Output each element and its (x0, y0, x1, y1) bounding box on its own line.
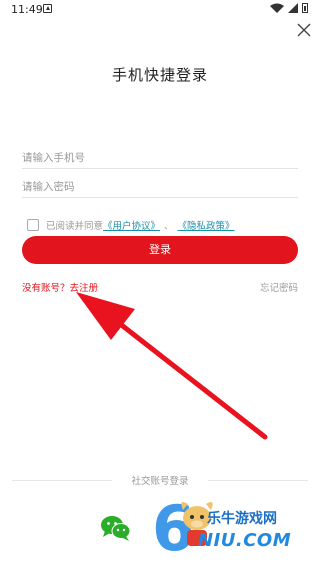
signal-icon (288, 3, 298, 13)
password-input[interactable] (22, 181, 298, 193)
user-agreement-link[interactable]: 《用户协议》 (103, 218, 160, 232)
watermark-site-name: 乐牛游戏网 (207, 511, 277, 527)
status-bar: 11:49 (0, 0, 320, 20)
watermark-logo: 6 (152, 492, 213, 565)
agree-checkbox[interactable] (27, 219, 39, 231)
svg-text:6: 6 (152, 492, 195, 565)
social-login-label: 社交账号登录 (131, 476, 189, 487)
register-link[interactable]: 去注册 (70, 283, 99, 294)
close-icon[interactable] (296, 22, 312, 38)
wifi-icon (270, 3, 284, 13)
no-account-text: 没有账号？ (22, 283, 70, 294)
password-field[interactable] (22, 175, 298, 198)
wechat-icon[interactable] (100, 514, 132, 542)
battery-icon (302, 3, 308, 13)
privacy-policy-link[interactable]: 《隐私政策》 (178, 218, 235, 232)
agreement-separator: 、 (164, 221, 174, 232)
login-button[interactable]: 登录 (22, 236, 298, 264)
register-row: 没有账号？去注册 (22, 280, 98, 294)
forgot-password-link[interactable]: 忘记密码 (260, 280, 298, 294)
phone-input[interactable] (22, 152, 298, 164)
agree-text: 已阅读并同意 (46, 221, 104, 232)
status-icons (270, 3, 308, 13)
page-title: 手机快捷登录 (111, 66, 208, 84)
notification-icon (43, 4, 52, 13)
phone-field[interactable] (22, 146, 298, 169)
watermark-domain: NIU.COM (198, 530, 292, 551)
agreement-row: 已阅读并同意 《用户协议》 、 《隐私政策》 (27, 218, 235, 232)
status-time: 11:49 (11, 3, 43, 16)
